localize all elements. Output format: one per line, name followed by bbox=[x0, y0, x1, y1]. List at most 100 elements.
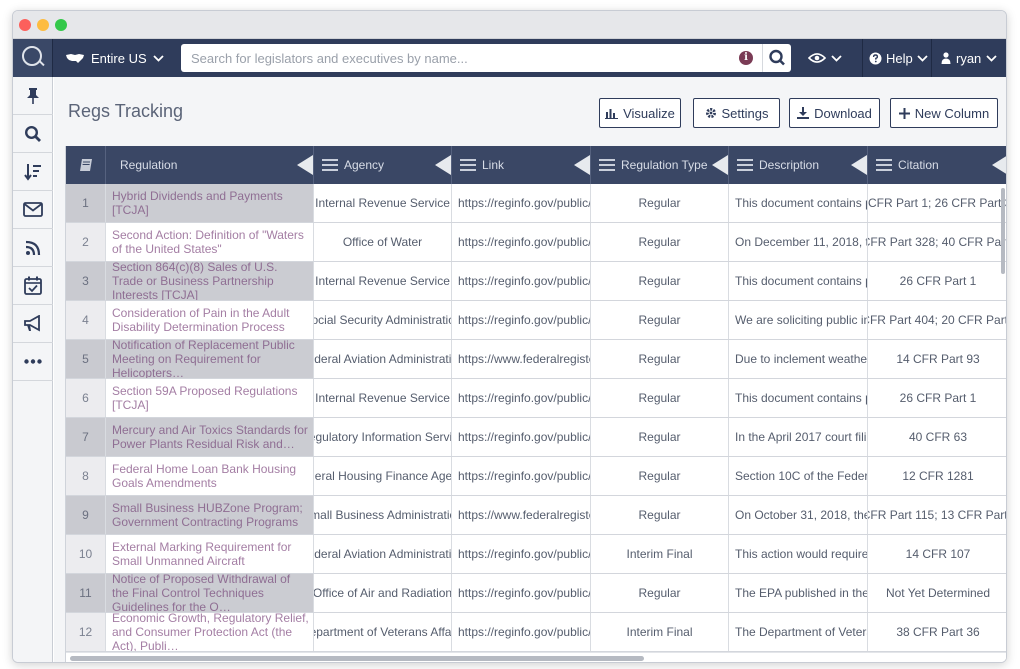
sidebar-item-messages[interactable] bbox=[13, 191, 53, 229]
envelope-icon bbox=[23, 202, 43, 217]
search-bar: i bbox=[181, 44, 791, 72]
search-input[interactable] bbox=[181, 44, 751, 72]
search-icon bbox=[24, 125, 41, 142]
table-row[interactable]: 8 Federal Home Loan Bank Housing Goals Am… bbox=[66, 457, 1006, 496]
visibility-menu[interactable] bbox=[808, 39, 842, 77]
column-header-regulation[interactable]: Regulation bbox=[106, 146, 314, 184]
download-button[interactable]: Download bbox=[789, 98, 880, 128]
column-resize-handle[interactable] bbox=[851, 155, 867, 175]
close-window-button[interactable] bbox=[19, 19, 31, 31]
region-label: Entire US bbox=[91, 50, 147, 66]
regulation-type-cell: Regular bbox=[591, 301, 729, 339]
regulation-link[interactable]: Notice of Proposed Withdrawal of the Fin… bbox=[106, 574, 314, 612]
sidebar-item-feed[interactable] bbox=[13, 229, 53, 267]
region-selector[interactable]: Entire US bbox=[65, 39, 164, 77]
sidebar-item-search[interactable] bbox=[13, 115, 53, 153]
table-row[interactable]: 4 Consideration of Pain in the Adult Disa… bbox=[66, 301, 1006, 340]
column-menu-icon[interactable] bbox=[322, 159, 338, 171]
regulation-link[interactable]: Consideration of Pain in the Adult Disab… bbox=[106, 301, 314, 339]
logo-icon[interactable] bbox=[13, 39, 53, 77]
regulation-link[interactable]: Second Action: Definition of "Waters of … bbox=[106, 223, 314, 261]
regulation-link[interactable]: Mercury and Air Toxics Standards for Pow… bbox=[106, 418, 314, 456]
regulation-link[interactable]: Notification of Replacement Public Meeti… bbox=[106, 340, 314, 378]
minimize-window-button[interactable] bbox=[37, 19, 49, 31]
link-cell[interactable]: https://reginfo.gov/public/do/ bbox=[452, 457, 591, 495]
link-cell[interactable]: https://reginfo.gov/public/do/ bbox=[452, 613, 591, 651]
regulation-type-cell: Regular bbox=[591, 340, 729, 378]
settings-button[interactable]: Settings bbox=[693, 98, 780, 128]
app-window: Entire US i bbox=[12, 10, 1007, 663]
column-header-regulation-type[interactable]: Regulation Type bbox=[591, 146, 729, 184]
regulation-link[interactable]: External Marking Requirement for Small U… bbox=[106, 535, 314, 573]
pin-icon bbox=[27, 87, 39, 104]
table-row[interactable]: 2 Second Action: Definition of "Waters of… bbox=[66, 223, 1006, 262]
table-row[interactable]: 11 Notice of Proposed Withdrawal of the F… bbox=[66, 574, 1006, 613]
column-resize-handle[interactable] bbox=[435, 155, 451, 175]
new-column-button[interactable]: New Column bbox=[890, 98, 998, 128]
table-row[interactable]: 3 Section 864(c)(8) Sales of U.S. Trade o… bbox=[66, 262, 1006, 301]
description-cell: The EPA published in the Federal bbox=[729, 574, 868, 612]
map-icon bbox=[66, 54, 84, 63]
regulation-type-cell: Regular bbox=[591, 457, 729, 495]
user-icon bbox=[941, 52, 951, 64]
table-header-row-number[interactable] bbox=[66, 146, 106, 184]
column-resize-handle[interactable] bbox=[992, 155, 1006, 175]
table-row[interactable]: 9 Small Business HUBZone Program; Governm… bbox=[66, 496, 1006, 535]
horizontal-scrollbar-thumb[interactable] bbox=[70, 656, 644, 661]
regulation-type-cell: Regular bbox=[591, 574, 729, 612]
sidebar-item-announcements[interactable] bbox=[13, 305, 53, 343]
column-header-label: Citation bbox=[898, 158, 939, 172]
link-cell[interactable]: https://reginfo.gov/public/do/ bbox=[452, 418, 591, 456]
table-row[interactable]: 6 Section 59A Proposed Regulations [TCJA]… bbox=[66, 379, 1006, 418]
sidebar-item-calendar[interactable] bbox=[13, 267, 53, 305]
sidebar-item-sort[interactable] bbox=[13, 153, 53, 191]
agency-cell: Federal Aviation Administration bbox=[314, 340, 452, 378]
sidebar-item-pinned[interactable] bbox=[13, 77, 53, 115]
regulation-link[interactable]: Hybrid Dividends and Payments [TCJA] bbox=[106, 184, 314, 222]
link-cell[interactable]: https://reginfo.gov/public/do/ bbox=[452, 262, 591, 300]
user-menu[interactable]: ryan bbox=[941, 39, 997, 77]
column-menu-icon[interactable] bbox=[876, 159, 892, 171]
column-resize-handle[interactable] bbox=[297, 155, 313, 175]
regulation-link[interactable]: Economic Growth, Regulatory Relief, and … bbox=[106, 613, 314, 651]
search-button[interactable] bbox=[762, 44, 791, 72]
column-resize-handle[interactable] bbox=[574, 155, 590, 175]
column-header-link[interactable]: Link bbox=[452, 146, 591, 184]
column-header-citation[interactable]: Citation bbox=[868, 146, 1006, 184]
description-cell: The Department of Veterans bbox=[729, 613, 868, 651]
link-cell[interactable]: https://www.federalregister.gov bbox=[452, 496, 591, 534]
horizontal-scrollbar[interactable] bbox=[66, 652, 1006, 662]
column-menu-icon[interactable] bbox=[599, 159, 615, 171]
chevron-down-icon bbox=[986, 54, 997, 62]
help-menu[interactable]: Help bbox=[869, 39, 928, 77]
table-row[interactable]: 7 Mercury and Air Toxics Standards for Po… bbox=[66, 418, 1006, 457]
link-cell[interactable]: https://reginfo.gov/public/do/ bbox=[452, 535, 591, 573]
link-cell[interactable]: https://reginfo.gov/public/do/ bbox=[452, 379, 591, 417]
table-row[interactable]: 12 Economic Growth, Regulatory Relief, an… bbox=[66, 613, 1006, 652]
table-row[interactable]: 1 Hybrid Dividends and Payments [TCJA] Int… bbox=[66, 184, 1006, 223]
sidebar-item-more[interactable] bbox=[13, 343, 53, 381]
help-label: Help bbox=[886, 50, 913, 66]
description-cell: We are soliciting public input bbox=[729, 301, 868, 339]
table-row[interactable]: 10 External Marking Requirement for Small… bbox=[66, 535, 1006, 574]
regulation-link[interactable]: Section 864(c)(8) Sales of U.S. Trade or… bbox=[106, 262, 314, 300]
info-icon[interactable]: i bbox=[739, 51, 753, 65]
column-menu-icon[interactable] bbox=[737, 159, 753, 171]
regulation-link[interactable]: Federal Home Loan Bank Housing Goals Ame… bbox=[106, 457, 314, 495]
link-cell[interactable]: https://www.federalregister.gov bbox=[452, 340, 591, 378]
column-header-description[interactable]: Description bbox=[729, 146, 868, 184]
column-resize-handle[interactable] bbox=[712, 155, 728, 175]
agency-cell: Federal Housing Finance Agency bbox=[314, 457, 452, 495]
column-header-agency[interactable]: Agency bbox=[314, 146, 452, 184]
link-cell[interactable]: https://reginfo.gov/public/do/ bbox=[452, 301, 591, 339]
regulation-link[interactable]: Small Business HUBZone Program; Governme… bbox=[106, 496, 314, 534]
column-menu-icon[interactable] bbox=[460, 159, 476, 171]
link-cell[interactable]: https://reginfo.gov/public/do/ bbox=[452, 574, 591, 612]
link-cell[interactable]: https://reginfo.gov/public/do/ bbox=[452, 223, 591, 261]
link-cell[interactable]: https://reginfo.gov/public/do/ bbox=[452, 184, 591, 222]
maximize-window-button[interactable] bbox=[55, 19, 67, 31]
table-row[interactable]: 5 Notification of Replacement Public Meet… bbox=[66, 340, 1006, 379]
visualize-button[interactable]: Visualize bbox=[599, 98, 681, 128]
vertical-scrollbar[interactable] bbox=[1001, 188, 1005, 274]
regulation-link[interactable]: Section 59A Proposed Regulations [TCJA] bbox=[106, 379, 314, 417]
